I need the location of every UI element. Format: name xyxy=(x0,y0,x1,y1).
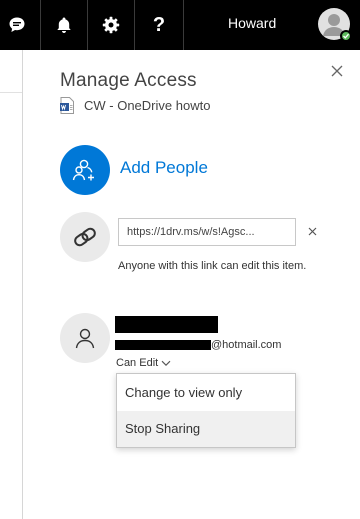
user-name[interactable]: Howard xyxy=(228,15,276,31)
add-people-button[interactable] xyxy=(60,145,110,195)
background-page xyxy=(0,50,23,519)
permission-dropdown[interactable]: Can Edit xyxy=(116,356,171,370)
chevron-down-icon xyxy=(161,360,171,366)
top-bar: ? Howard xyxy=(0,0,360,50)
permission-label: Can Edit xyxy=(116,357,159,369)
close-icon xyxy=(308,227,316,235)
help-icon: ? xyxy=(152,13,166,36)
add-people-icon xyxy=(72,159,94,181)
redacted-name xyxy=(115,316,218,333)
separator xyxy=(183,0,184,50)
divider xyxy=(0,92,22,93)
link-permission-description: Anyone with this link can edit this item… xyxy=(118,260,307,272)
panel-title: Manage Access xyxy=(60,70,197,91)
feedback-button[interactable] xyxy=(0,0,33,50)
person-email: @hotmail.com xyxy=(115,339,281,351)
close-button[interactable] xyxy=(326,60,348,82)
notifications-button[interactable] xyxy=(41,0,87,50)
share-link-field[interactable]: https://1drv.ms/w/s!Agsc... xyxy=(118,218,296,246)
email-domain: @hotmail.com xyxy=(211,339,282,351)
gear-icon xyxy=(102,16,120,34)
permission-menu: Change to view only Stop Sharing xyxy=(116,373,296,448)
check-icon xyxy=(343,33,349,39)
settings-button[interactable] xyxy=(88,0,134,50)
document-name: CW - OneDrive howto xyxy=(84,97,211,113)
person-avatar xyxy=(60,313,110,363)
add-people-link[interactable]: Add People xyxy=(120,158,208,178)
bell-icon xyxy=(57,17,71,33)
manage-access-panel: Manage Access CW - OneDrive howto Add Pe… xyxy=(23,50,360,519)
menu-item-change-to-view-only[interactable]: Change to view only xyxy=(117,375,295,411)
link-icon xyxy=(74,227,96,247)
close-icon xyxy=(331,65,343,77)
share-link-avatar xyxy=(60,212,110,262)
person-icon xyxy=(75,328,95,349)
remove-link-button[interactable] xyxy=(305,224,319,238)
document-info: CW - OneDrive howto xyxy=(60,96,210,114)
word-doc-icon xyxy=(60,96,74,114)
redacted-email xyxy=(115,340,211,350)
menu-item-stop-sharing[interactable]: Stop Sharing xyxy=(117,411,295,447)
chat-icon xyxy=(9,17,24,32)
help-button[interactable]: ? xyxy=(135,0,183,50)
presence-status-badge xyxy=(340,30,352,42)
